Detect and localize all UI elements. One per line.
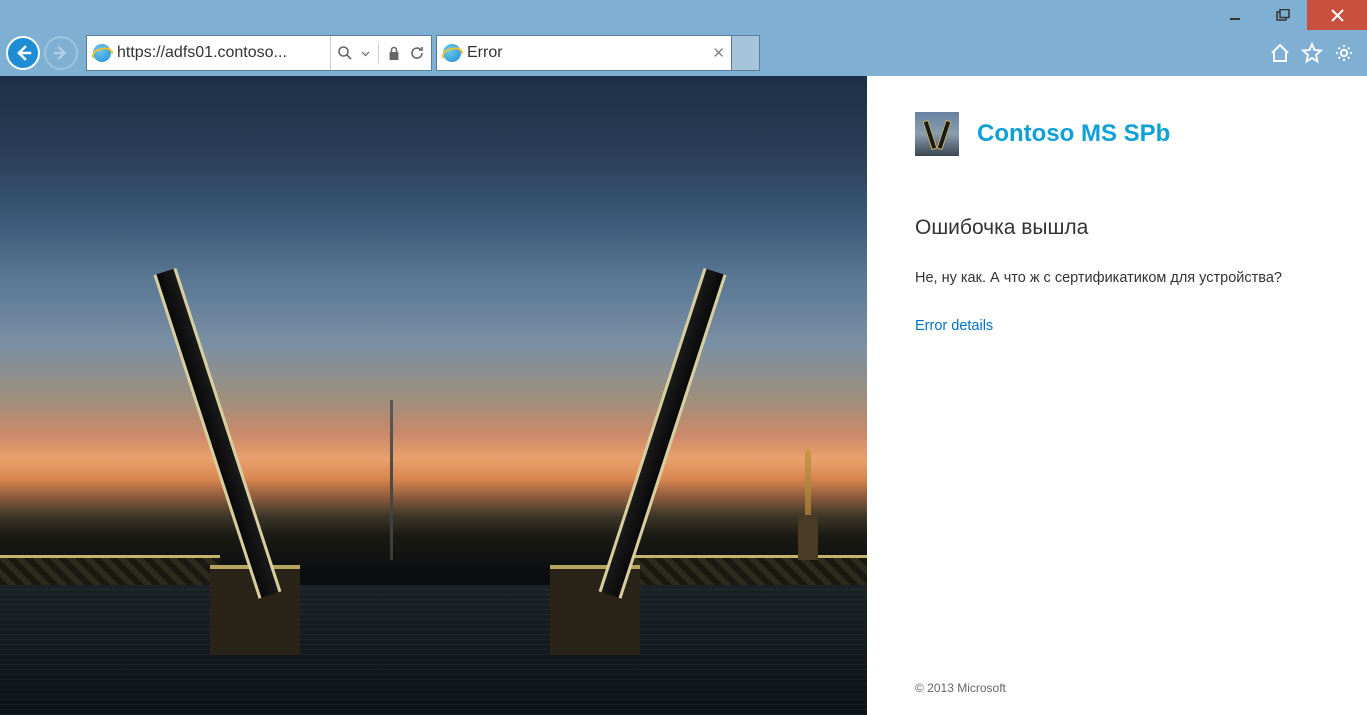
tab-close-button[interactable]: ✕ xyxy=(712,44,725,62)
adfs-illustration xyxy=(0,76,867,715)
new-tab-button[interactable] xyxy=(732,35,760,71)
page-content: Contoso MS SPb Ошибочка вышла Не, ну как… xyxy=(0,76,1367,715)
tab-title: Error xyxy=(467,44,712,62)
close-icon xyxy=(1331,9,1344,22)
arrow-right-icon xyxy=(53,45,69,61)
lock-icon[interactable] xyxy=(387,46,401,61)
back-button[interactable] xyxy=(6,36,40,70)
error-heading: Ошибочка вышла xyxy=(915,216,1319,240)
panel-header: Contoso MS SPb xyxy=(915,112,1319,156)
close-button[interactable] xyxy=(1307,0,1367,30)
error-details-link[interactable]: Error details xyxy=(915,318,1319,334)
ie-logo-icon xyxy=(443,44,461,62)
brand-logo xyxy=(915,112,959,156)
separator xyxy=(378,43,379,63)
window-titlebar xyxy=(0,0,1367,30)
minimize-icon xyxy=(1229,9,1241,21)
chrome-right-controls xyxy=(1269,42,1361,64)
error-panel: Contoso MS SPb Ошибочка вышла Не, ну как… xyxy=(867,76,1367,715)
favorites-icon[interactable] xyxy=(1301,42,1323,64)
home-icon[interactable] xyxy=(1269,42,1291,64)
refresh-icon[interactable] xyxy=(409,45,425,61)
address-bar[interactable] xyxy=(86,35,432,71)
brand-name: Contoso MS SPb xyxy=(977,120,1170,148)
error-message: Не, ну как. А что ж с сертификатиком для… xyxy=(915,268,1319,288)
browser-toolbar: Error ✕ xyxy=(0,30,1367,76)
url-input[interactable] xyxy=(117,44,330,62)
search-icon[interactable] xyxy=(337,45,353,61)
arrow-left-icon xyxy=(14,44,32,62)
copyright: © 2013 Microsoft xyxy=(915,681,1319,695)
minimize-button[interactable] xyxy=(1211,0,1259,30)
tab[interactable]: Error ✕ xyxy=(436,35,732,71)
ie-logo-icon xyxy=(93,44,111,62)
maximize-icon xyxy=(1276,9,1290,21)
address-controls xyxy=(330,36,431,70)
maximize-button[interactable] xyxy=(1259,0,1307,30)
gear-icon[interactable] xyxy=(1333,42,1355,64)
forward-button[interactable] xyxy=(44,36,78,70)
chevron-down-icon[interactable] xyxy=(361,49,370,58)
